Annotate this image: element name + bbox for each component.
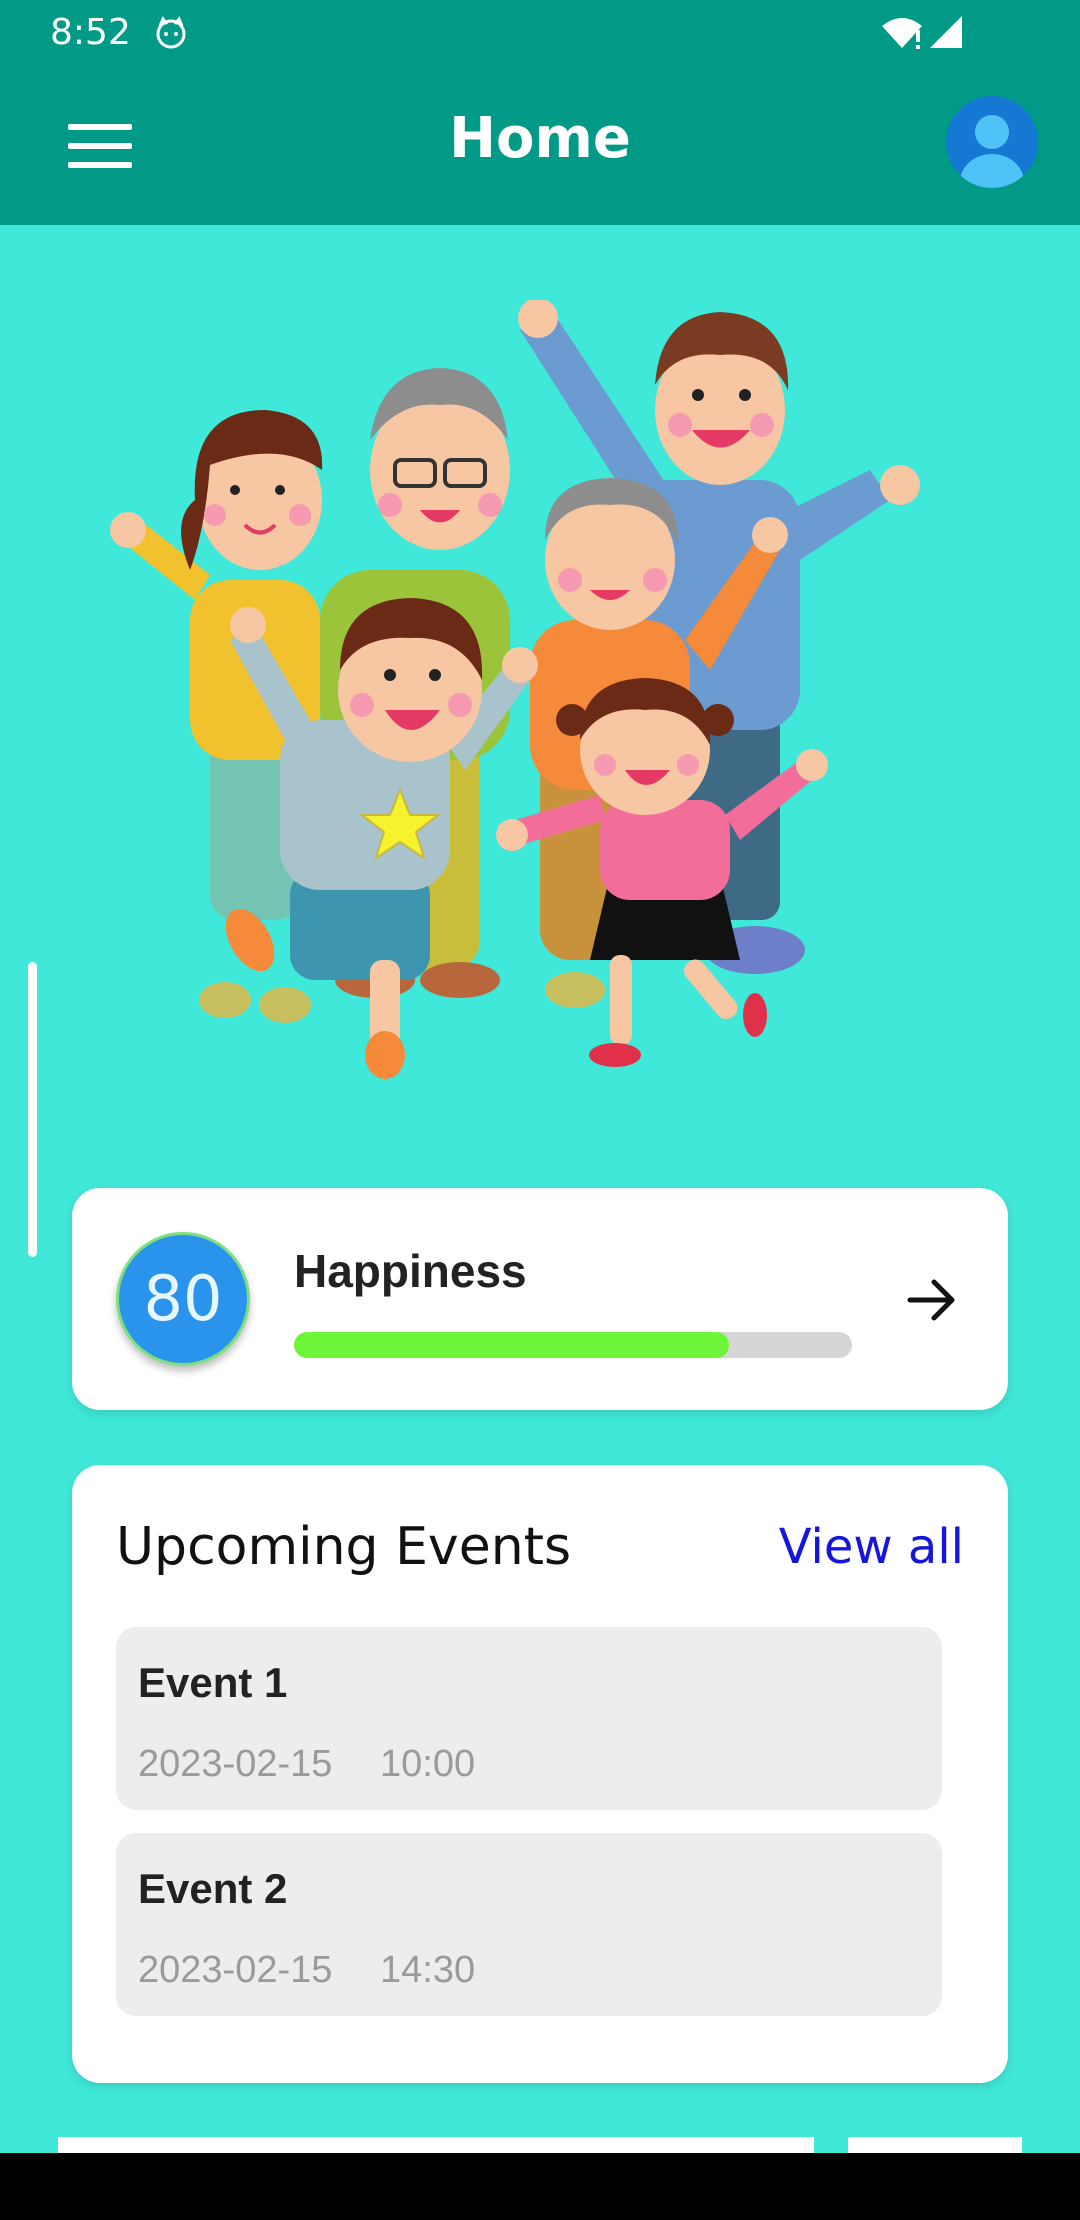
family-illustration bbox=[110, 300, 920, 1079]
page-title: Home bbox=[449, 106, 631, 171]
status-bar: 8:52 bbox=[0, 0, 1080, 66]
status-time: 8:52 bbox=[50, 12, 131, 53]
event-time: 10:00 bbox=[380, 1743, 476, 1785]
scroll-indicator[interactable] bbox=[28, 962, 37, 1257]
happiness-card[interactable]: 80 Happiness bbox=[72, 1188, 1008, 1410]
signal-icon bbox=[930, 16, 962, 48]
event-date: 2023-02-15 bbox=[138, 1949, 333, 1991]
happiness-progress-fill bbox=[294, 1332, 730, 1358]
happiness-progress-bar bbox=[294, 1332, 852, 1358]
system-nav-bar bbox=[0, 2153, 1080, 2220]
app-bar: Home bbox=[0, 66, 1080, 225]
event-item[interactable]: Event 2 2023-02-15 14:30 bbox=[116, 1833, 942, 2016]
event-time: 14:30 bbox=[380, 1949, 476, 1991]
view-all-link[interactable]: View all bbox=[779, 1519, 964, 1575]
happiness-score-badge: 80 bbox=[116, 1232, 250, 1366]
events-title: Upcoming Events bbox=[116, 1517, 572, 1577]
event-name: Event 2 bbox=[138, 1865, 288, 1912]
wifi-icon bbox=[882, 18, 922, 49]
happiness-label: Happiness bbox=[294, 1245, 527, 1297]
user-avatar-icon[interactable] bbox=[946, 96, 1038, 188]
event-item[interactable]: Event 1 2023-02-15 10:00 bbox=[116, 1627, 942, 1810]
cat-icon bbox=[156, 16, 186, 49]
upcoming-events-card: Upcoming Events View all Event 1 2023-02… bbox=[72, 1465, 1008, 2083]
arrow-right-icon[interactable] bbox=[902, 1270, 962, 1330]
event-name: Event 1 bbox=[138, 1659, 288, 1706]
event-date: 2023-02-15 bbox=[138, 1743, 333, 1785]
